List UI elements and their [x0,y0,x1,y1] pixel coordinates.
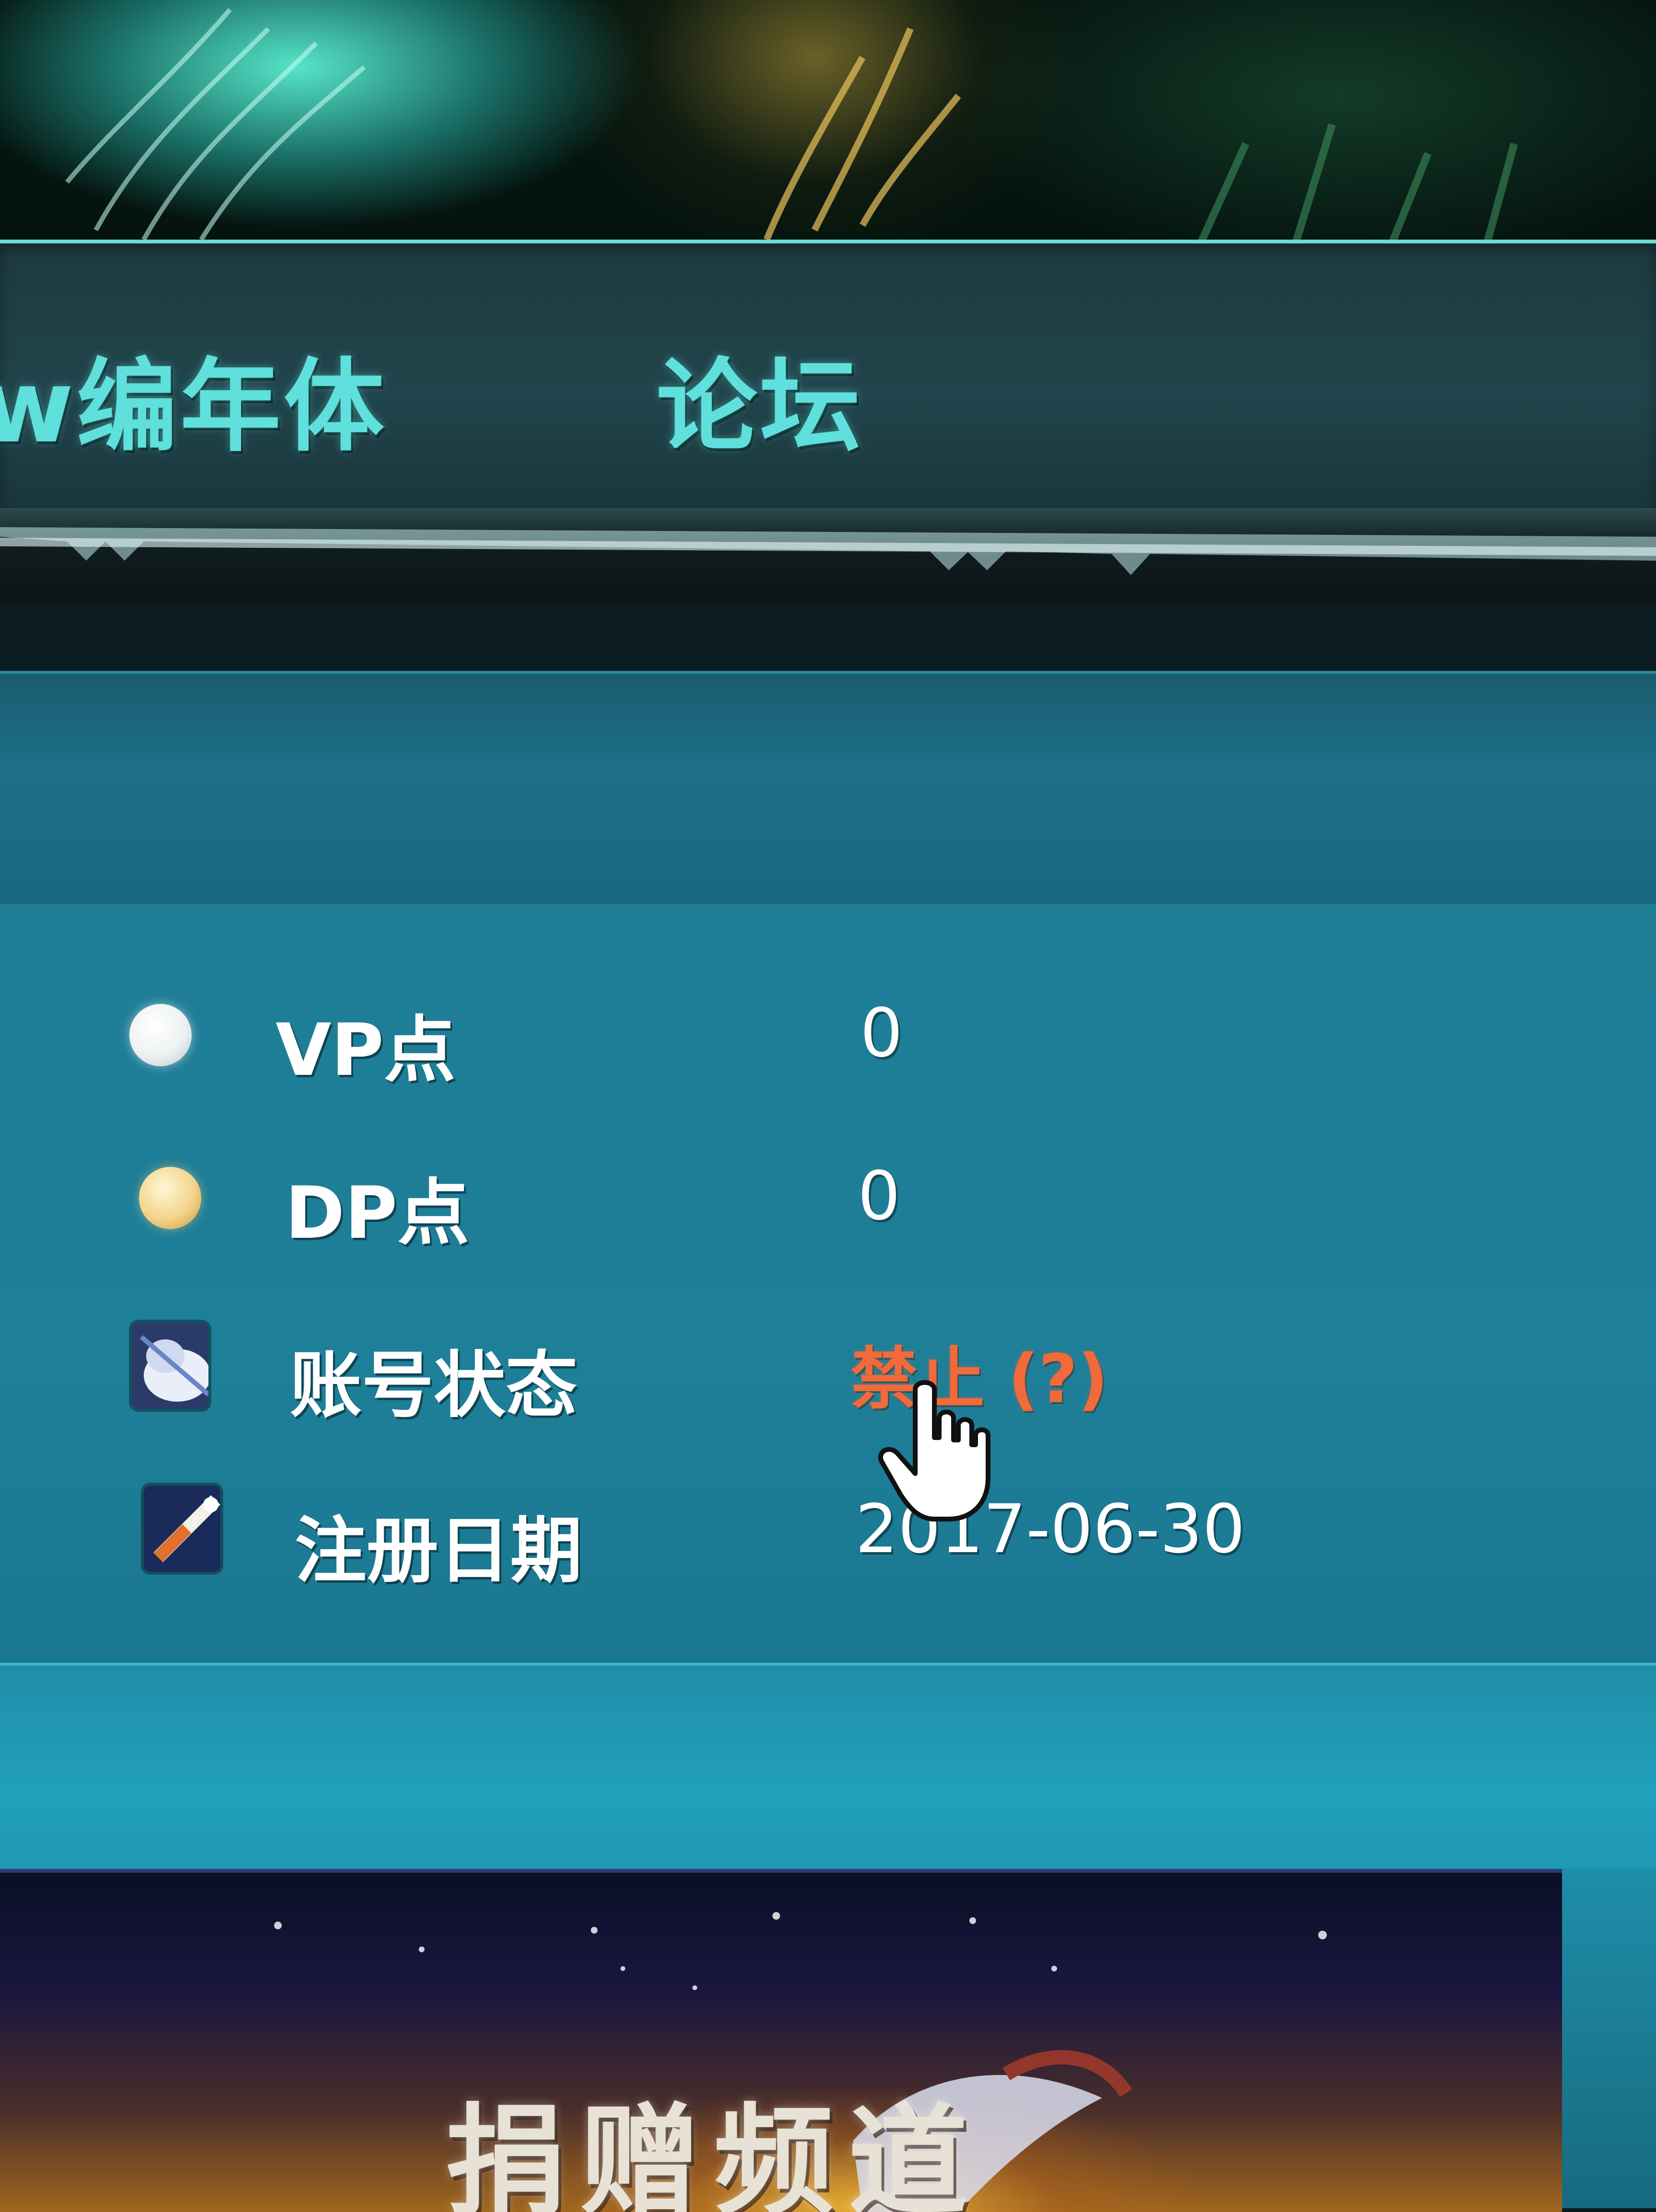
register-date-label: 注册日期 [295,1509,583,1593]
section-divider [0,508,1656,604]
info-row-vp: VP点 0 [0,994,1656,1121]
register-date-icon [144,1486,220,1572]
main-navigation: w编年体 论坛 [0,240,1656,512]
vp-value: 0 [860,994,903,1072]
gold-dot-icon [132,1160,208,1236]
nav-item-chronicle[interactable]: w编年体 [0,325,387,471]
nav-item-forum[interactable]: 论坛 [656,325,863,471]
account-status-label: 账号状态 [290,1344,578,1428]
dp-label: DP点 [285,1172,470,1255]
account-panel-header [0,671,1656,907]
info-row-account-status: 账号状态 禁止 (?) [0,1323,1656,1462]
right-frame-edge [1562,1869,1656,2208]
dp-value: 0 [858,1157,901,1235]
vp-label: VP点 [276,1009,456,1092]
hand-pointer-cursor-icon [877,1380,1001,1524]
white-dot-icon [122,997,199,1073]
info-row-register-date: 注册日期 2017-06-30 [0,1486,1656,1624]
info-row-dp: DP点 0 [0,1157,1656,1284]
account-status-icon [132,1323,208,1409]
donate-channel-title: 捐赠频道 [446,2092,982,2212]
header-artwork [0,0,1656,249]
donate-channel-banner[interactable]: 捐赠频道 [0,1869,1562,2212]
